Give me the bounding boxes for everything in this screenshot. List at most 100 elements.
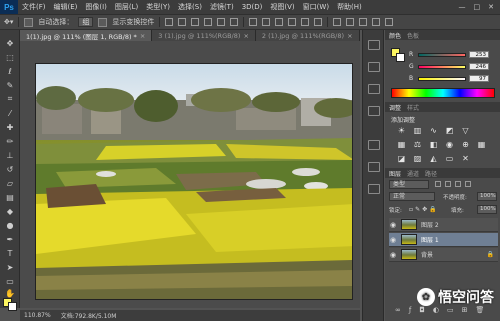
distribute-right-icon[interactable] [314, 18, 323, 26]
clone-source-panel-icon[interactable] [368, 184, 380, 194]
blue-slider[interactable] [418, 76, 466, 81]
menu-layer[interactable]: 图层(L) [111, 2, 142, 12]
brush-panel-icon[interactable] [368, 162, 380, 172]
character-panel-icon[interactable] [368, 106, 380, 116]
auto-select-checkbox[interactable] [24, 17, 34, 27]
eye-icon[interactable]: ◉ [389, 251, 397, 259]
hue-saturation-icon[interactable]: ▦ [397, 140, 406, 149]
layer-style-icon[interactable]: ƒ [409, 306, 411, 316]
distribute-bottom-icon[interactable] [275, 18, 284, 26]
lasso-tool-icon[interactable]: ℓ [4, 66, 16, 76]
layer-filter-kind-dropdown[interactable]: 类型 [389, 180, 429, 189]
threshold-icon[interactable]: ◭ [429, 154, 438, 163]
menu-view[interactable]: 视图(V) [266, 2, 298, 12]
menu-image[interactable]: 图像(I) [81, 2, 111, 12]
color-spectrum-bar[interactable] [391, 88, 495, 98]
background-color-swatch[interactable] [396, 53, 405, 62]
distribute-left-icon[interactable] [288, 18, 297, 26]
3d-rotate-icon[interactable] [333, 18, 342, 26]
move-tool-icon[interactable]: ✥▾ [4, 18, 13, 26]
lock-icons[interactable]: ▫✎✥🔒 [409, 206, 439, 213]
fill-input[interactable]: 100% [477, 205, 497, 214]
close-icon[interactable]: × [140, 32, 145, 40]
close-icon[interactable]: × [243, 32, 248, 40]
tab-color[interactable]: 颜色 [389, 31, 401, 40]
menu-filter[interactable]: 滤镜(T) [206, 2, 238, 12]
distribute-top-icon[interactable] [249, 18, 258, 26]
3d-roll-icon[interactable] [346, 18, 355, 26]
filter-type-icon[interactable] [455, 181, 461, 187]
filter-shape-icon[interactable] [465, 181, 471, 187]
quick-select-tool-icon[interactable]: ✎ [4, 80, 16, 90]
tab-layers[interactable]: 图层 [389, 169, 401, 178]
history-brush-tool-icon[interactable]: ↺ [4, 164, 16, 174]
blend-mode-dropdown[interactable]: 正常 [389, 192, 435, 201]
tab-styles[interactable]: 样式 [407, 103, 419, 112]
tab-document-1[interactable]: 1(1).jpg @ 111% (图层 1, RGB/8) * × [20, 30, 153, 41]
eye-icon[interactable]: ◉ [389, 221, 397, 229]
distribute-middle-icon[interactable] [262, 18, 271, 26]
brightness-icon[interactable]: ☀ [397, 126, 406, 135]
clone-stamp-tool-icon[interactable]: ⊥ [4, 150, 16, 160]
align-center-icon[interactable] [217, 18, 226, 26]
menu-select[interactable]: 选择(S) [174, 2, 206, 12]
tab-paths[interactable]: 路径 [425, 169, 437, 178]
pen-tool-icon[interactable]: ✒ [4, 234, 16, 244]
eye-icon[interactable]: ◉ [389, 236, 397, 244]
opacity-input[interactable]: 100% [477, 192, 497, 201]
menu-3d[interactable]: 3D(D) [238, 3, 267, 11]
healing-brush-tool-icon[interactable]: ✚ [4, 122, 16, 132]
color-lookup-icon[interactable]: ▦ [477, 140, 486, 149]
show-transform-checkbox[interactable] [98, 17, 108, 27]
tab-adjust[interactable]: 调整 [389, 103, 401, 112]
curves-icon[interactable]: ∿ [429, 126, 438, 135]
filter-adjust-icon[interactable] [445, 181, 451, 187]
canvas-photo[interactable] [35, 63, 353, 300]
invert-icon[interactable]: ◪ [397, 154, 406, 163]
paragraph-panel-icon[interactable] [368, 140, 380, 150]
photo-filter-icon[interactable]: ◉ [445, 140, 454, 149]
blue-value-input[interactable]: 97 [469, 75, 489, 82]
exposure-icon[interactable]: ◩ [445, 126, 454, 135]
info-panel-icon[interactable] [368, 84, 380, 94]
brush-tool-icon[interactable]: ✏ [4, 136, 16, 146]
document-info[interactable]: 文档:792.8K/5.10M [61, 311, 117, 320]
auto-select-dropdown[interactable]: 组 [78, 17, 94, 27]
new-layer-icon[interactable]: ⊞ [462, 306, 468, 316]
align-left-icon[interactable] [204, 18, 213, 26]
align-right-icon[interactable] [230, 18, 239, 26]
blur-tool-icon[interactable]: ◆ [4, 206, 16, 216]
hand-tool-icon[interactable]: ✋ [4, 288, 16, 298]
black-white-icon[interactable]: ◧ [429, 140, 438, 149]
menu-file[interactable]: 文件(F) [18, 2, 50, 12]
marquee-tool-icon[interactable]: ⬚ [4, 52, 16, 62]
gradient-tool-icon[interactable]: ▤ [4, 192, 16, 202]
tab-document-3[interactable]: 3 (1).jpg @ 111%(RGB/8) × [152, 30, 256, 41]
align-bottom-icon[interactable] [191, 18, 200, 26]
tab-channels[interactable]: 通道 [407, 169, 419, 178]
menu-type[interactable]: 类型(Y) [142, 2, 174, 12]
close-button[interactable]: ✕ [488, 3, 494, 11]
green-value-input[interactable]: 246 [469, 63, 489, 70]
filter-pixel-icon[interactable] [435, 181, 441, 187]
layer-row-layer-1[interactable]: ◉ 图层 1 [389, 233, 498, 247]
link-layers-icon[interactable]: ∞ [395, 306, 401, 316]
red-slider[interactable] [418, 52, 466, 57]
red-value-input[interactable]: 253 [469, 51, 489, 58]
close-icon[interactable]: × [347, 32, 352, 40]
posterize-icon[interactable]: ▨ [413, 154, 422, 163]
menu-window[interactable]: 窗口(W) [299, 2, 333, 12]
3d-scale-icon[interactable] [385, 18, 394, 26]
layer-row-layer-2[interactable]: ◉ 图层 2 [389, 218, 498, 232]
new-adjustment-icon[interactable]: ◐ [433, 306, 439, 316]
gradient-map-icon[interactable]: ▭ [445, 154, 454, 163]
channel-mixer-icon[interactable]: ⊕ [461, 140, 470, 149]
align-middle-icon[interactable] [178, 18, 187, 26]
shape-tool-icon[interactable]: ▭ [4, 276, 16, 286]
minimize-button[interactable]: — [459, 3, 466, 11]
zoom-level[interactable]: 110.87% [24, 312, 51, 319]
type-tool-icon[interactable]: T [4, 248, 16, 258]
align-top-icon[interactable] [165, 18, 174, 26]
background-color-swatch[interactable] [8, 302, 17, 311]
selective-color-icon[interactable]: ✕ [461, 154, 470, 163]
